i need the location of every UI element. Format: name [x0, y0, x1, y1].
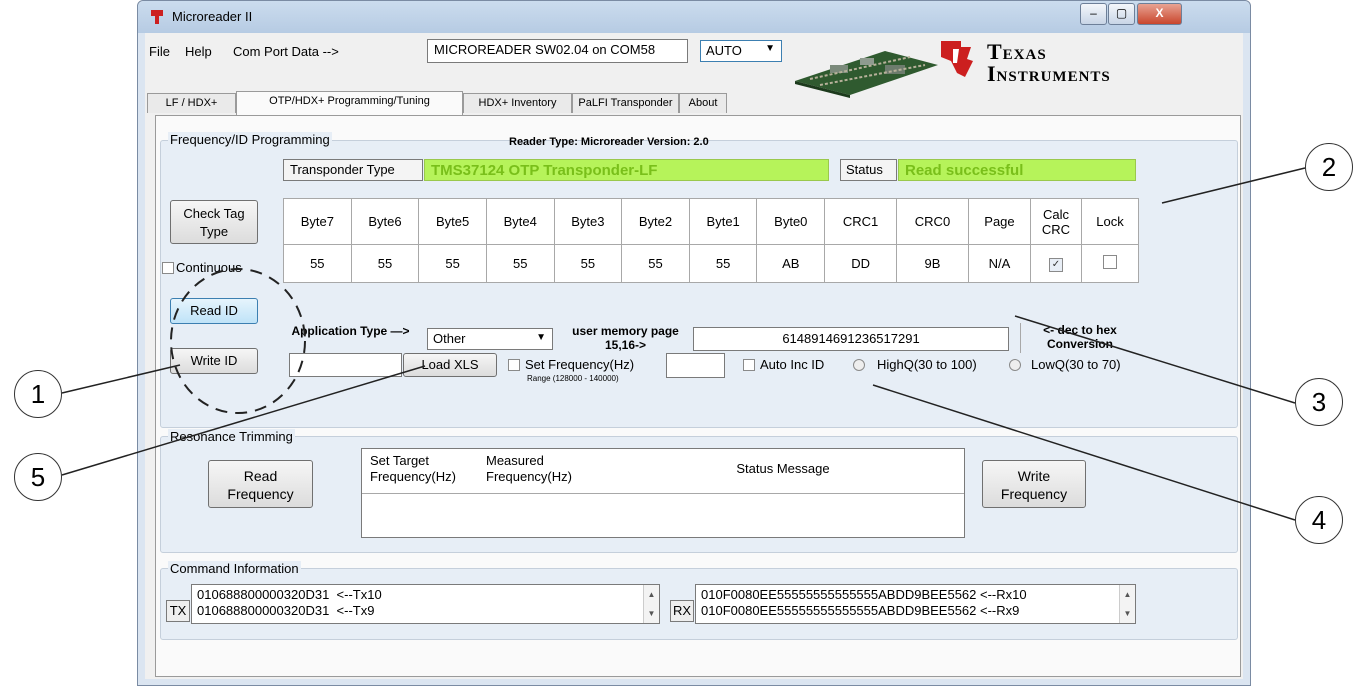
callout-3: 3: [1295, 378, 1343, 426]
callout-2: 2: [1305, 143, 1353, 191]
read-write-highlight: [170, 268, 306, 414]
leader-line-5: [61, 365, 426, 476]
annotation-overlay: [61, 167, 1306, 521]
leader-line-1: [61, 364, 181, 394]
leader-line-3: [1014, 315, 1296, 404]
leader-line-2: [1161, 167, 1306, 204]
leader-line-4: [872, 384, 1296, 521]
callout-4: 4: [1295, 496, 1343, 544]
callout-5: 5: [14, 453, 62, 501]
callout-1: 1: [14, 370, 62, 418]
